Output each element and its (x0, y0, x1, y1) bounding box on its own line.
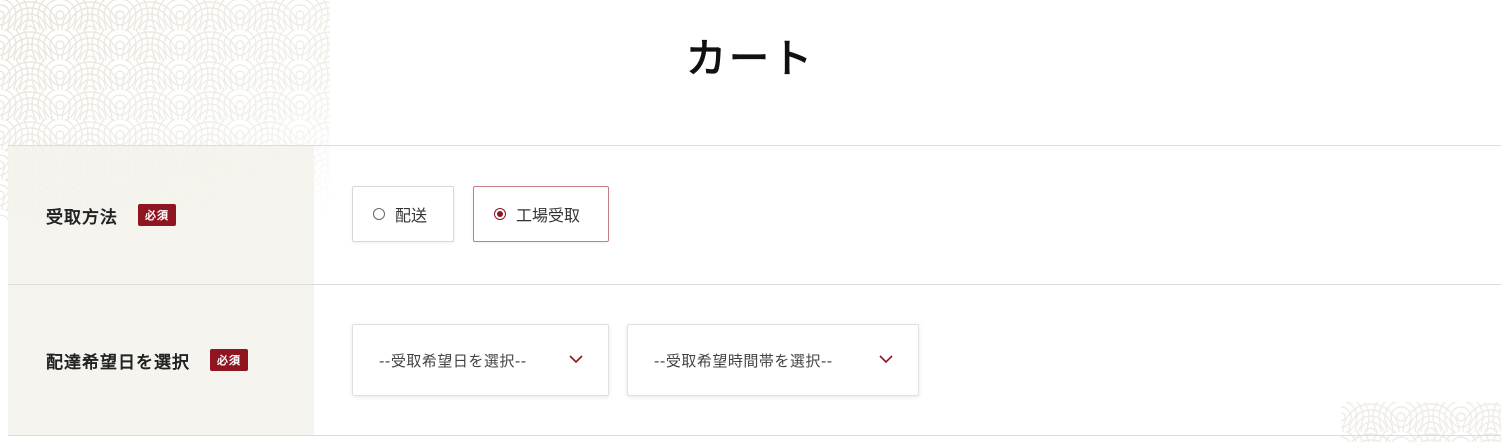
delivery-date-row: 配達希望日を選択 必須 --受取希望日を選択-- --受取希望時間帯を選択-- (8, 284, 1501, 436)
cart-form-table: 受取方法 必須 配送 工場受取 配達希望日を選択 必須 --受取希望日を選択-- (8, 145, 1501, 436)
delivery-date-label: 配達希望日を選択 (46, 352, 190, 373)
radio-label-factory-pickup: 工場受取 (516, 206, 581, 225)
page-title: カート (686, 35, 815, 82)
chevron-down-icon (879, 355, 893, 364)
radio-option-delivery[interactable]: 配送 (352, 186, 454, 242)
pickup-date-select[interactable]: --受取希望日を選択-- (352, 324, 609, 396)
radio-option-factory-pickup[interactable]: 工場受取 (473, 186, 609, 242)
receive-method-label: 受取方法 (46, 207, 118, 228)
radio-button-selected-icon[interactable] (494, 208, 506, 220)
pickup-date-select-value: --受取希望日を選択-- (379, 351, 527, 370)
required-badge: 必須 (210, 349, 248, 371)
chevron-down-icon (569, 355, 583, 364)
delivery-date-label-cell: 配達希望日を選択 必須 (8, 285, 314, 435)
pickup-time-select[interactable]: --受取希望時間帯を選択-- (627, 324, 919, 396)
receive-method-options: 配送 工場受取 (314, 146, 1501, 284)
radio-label-delivery: 配送 (395, 206, 428, 225)
receive-method-row: 受取方法 必須 配送 工場受取 (8, 145, 1501, 284)
delivery-date-selects: --受取希望日を選択-- --受取希望時間帯を選択-- (314, 285, 1501, 435)
receive-method-label-cell: 受取方法 必須 (8, 146, 314, 284)
pickup-time-select-value: --受取希望時間帯を選択-- (654, 351, 833, 370)
required-badge: 必須 (138, 204, 176, 226)
radio-button-icon[interactable] (373, 208, 385, 220)
